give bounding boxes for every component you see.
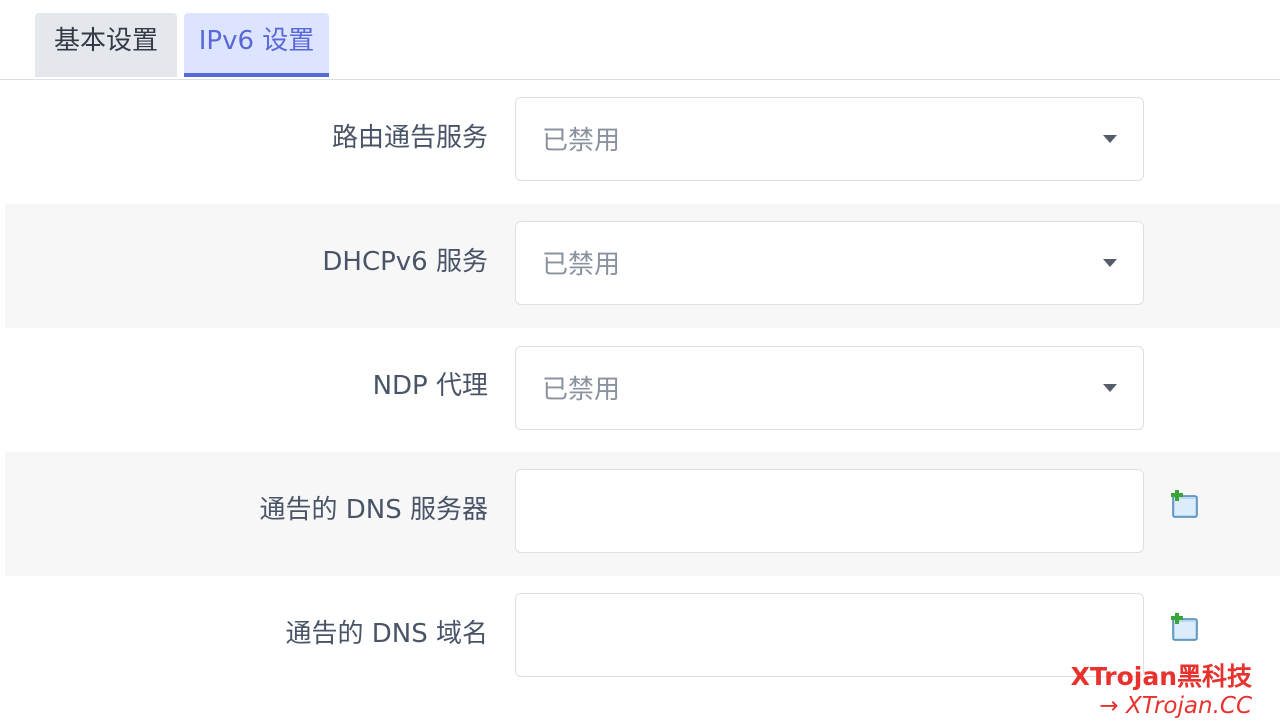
tab-basic-settings[interactable]: 基本设置	[35, 13, 177, 77]
dns-domains-input[interactable]	[515, 593, 1144, 677]
chevron-down-icon	[1103, 384, 1117, 392]
chevron-down-icon	[1103, 135, 1117, 143]
tab-ipv6-settings[interactable]: IPv6 设置	[184, 13, 329, 77]
add-entry-icon[interactable]	[1170, 489, 1200, 520]
ra-service-value: 已禁用	[542, 126, 621, 156]
ndp-proxy-label: NDP 代理	[372, 371, 488, 401]
ndp-proxy-row: NDP 代理 已禁用	[5, 328, 1280, 452]
ra-service-select[interactable]: 已禁用	[515, 97, 1144, 181]
chevron-down-icon	[1103, 259, 1117, 267]
dhcpv6-service-value: 已禁用	[542, 250, 621, 280]
ra-service-row: 路由通告服务 已禁用	[5, 80, 1280, 204]
dhcpv6-service-label: DHCPv6 服务	[322, 247, 488, 277]
dns-domains-label: 通告的 DNS 域名	[285, 619, 488, 649]
ndp-proxy-value: 已禁用	[542, 375, 621, 405]
tab-bar: 基本设置 IPv6 设置	[0, 0, 1280, 80]
watermark: XTrojan黑科技 → XTrojan.CC	[1071, 662, 1252, 720]
add-entry-icon[interactable]	[1170, 612, 1200, 643]
dns-servers-label: 通告的 DNS 服务器	[259, 495, 488, 525]
dhcpv6-service-select[interactable]: 已禁用	[515, 221, 1144, 305]
dns-servers-input[interactable]	[515, 469, 1144, 553]
watermark-title: XTrojan黑科技	[1070, 662, 1252, 691]
ra-service-label: 路由通告服务	[331, 123, 488, 153]
dns-servers-row: 通告的 DNS 服务器	[5, 452, 1280, 576]
watermark-url: → XTrojan.CC	[1099, 693, 1252, 719]
ndp-proxy-select[interactable]: 已禁用	[515, 346, 1144, 430]
dhcpv6-service-row: DHCPv6 服务 已禁用	[5, 204, 1280, 328]
